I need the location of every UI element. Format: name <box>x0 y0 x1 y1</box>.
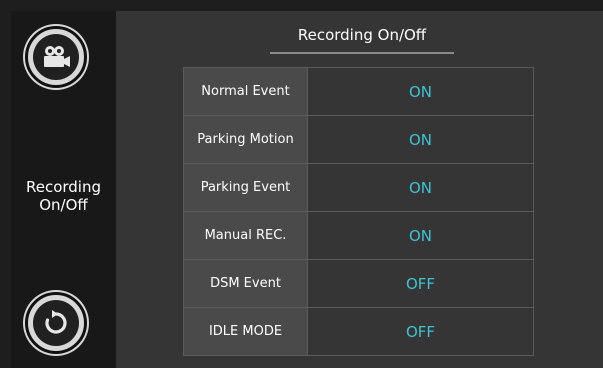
setting-label: Normal Event <box>184 68 308 115</box>
setting-value[interactable]: OFF <box>308 260 533 307</box>
video-camera-icon <box>33 34 79 80</box>
setting-value[interactable]: ON <box>308 68 533 115</box>
camera-button[interactable] <box>25 26 87 88</box>
setting-label: Parking Event <box>184 164 308 211</box>
setting-label: DSM Event <box>184 260 308 307</box>
back-button[interactable] <box>25 292 87 354</box>
page-label-line1: Recording <box>25 178 102 196</box>
setting-value[interactable]: ON <box>308 116 533 163</box>
setting-label: Manual REC. <box>184 212 308 259</box>
setting-label: IDLE MODE <box>184 308 308 355</box>
setting-value[interactable]: OFF <box>308 308 533 355</box>
setting-row[interactable]: IDLE MODE OFF <box>183 308 534 356</box>
setting-row[interactable]: Manual REC. ON <box>183 212 534 260</box>
setting-row[interactable]: Parking Motion ON <box>183 116 534 164</box>
rotate-back-icon <box>33 300 79 346</box>
setting-value[interactable]: ON <box>308 212 533 259</box>
page-label-line2: On/Off <box>39 196 88 214</box>
setting-row[interactable]: DSM Event OFF <box>183 260 534 308</box>
setting-value[interactable]: ON <box>308 164 533 211</box>
setting-label: Parking Motion <box>184 116 308 163</box>
page-title: Recording On/Off <box>297 26 427 44</box>
title-underline <box>270 52 454 54</box>
page-label: Recording On/Off <box>11 178 116 214</box>
setting-row[interactable]: Normal Event ON <box>183 68 534 116</box>
setting-row[interactable]: Parking Event ON <box>183 164 534 212</box>
settings-table: Normal Event ON Parking Motion ON Parkin… <box>183 67 534 356</box>
